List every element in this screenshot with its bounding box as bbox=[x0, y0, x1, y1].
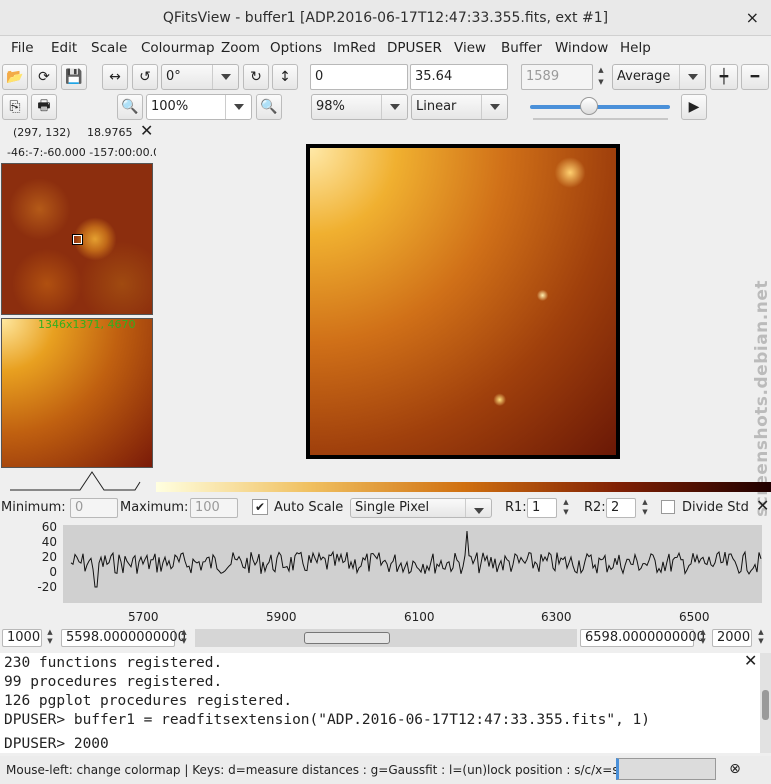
menu-options[interactable]: Options bbox=[270, 40, 322, 56]
histogram-thumb bbox=[10, 471, 141, 491]
print-icon[interactable]: 🖶 bbox=[31, 94, 57, 120]
close-plot-icon[interactable]: ✕ bbox=[756, 496, 769, 515]
r2-spin[interactable]: ▲ ▼ bbox=[638, 497, 652, 519]
rotation-select[interactable]: 0° bbox=[161, 64, 239, 90]
console-line: 230 functions registered. bbox=[4, 655, 223, 671]
flip-horizontal-icon[interactable]: ↔ bbox=[102, 64, 128, 90]
flip-vertical-icon[interactable]: ↕ bbox=[272, 64, 298, 90]
menubar: File Edit Scale Colourmap Zoom Options I… bbox=[0, 38, 771, 60]
mode-select[interactable]: Average bbox=[612, 64, 706, 90]
autoscale-checkbox[interactable]: ✔ bbox=[252, 499, 268, 515]
pixel-value: 18.9765 bbox=[87, 126, 133, 139]
channel-spin[interactable]: ▲ ▼ bbox=[594, 64, 608, 90]
zoom-out-icon[interactable]: 🔍 bbox=[117, 94, 143, 120]
range-scrollbar-handle[interactable] bbox=[304, 632, 390, 644]
range-left-n-spin[interactable]: ▲ ▼ bbox=[43, 628, 57, 648]
zoom-select[interactable]: 100% bbox=[146, 94, 252, 120]
wcs-coords: -46:-7:-60.000 -157:00:00.00 bbox=[7, 146, 168, 159]
ytick: 0 bbox=[49, 565, 57, 579]
line-icon[interactable]: ━ bbox=[741, 64, 769, 90]
range-right-n[interactable]: 2000 bbox=[712, 629, 752, 647]
divide-std-checkbox[interactable] bbox=[661, 500, 675, 514]
copy-icon[interactable]: ⎘ bbox=[2, 94, 28, 120]
console-line: 126 pgplot procedures registered. bbox=[4, 693, 293, 709]
scale-min-input[interactable]: 0 bbox=[310, 64, 408, 90]
maximum-input[interactable]: 100 bbox=[190, 498, 238, 518]
ytick: 20 bbox=[41, 550, 57, 564]
spectrum-line bbox=[70, 530, 762, 588]
xtick: 6300 bbox=[541, 610, 572, 624]
open-icon[interactable]: 📂 bbox=[2, 64, 28, 90]
dpuser-console[interactable]: 230 functions registered. 99 procedures … bbox=[0, 653, 760, 753]
save-icon[interactable]: 💾 bbox=[61, 64, 87, 90]
menu-scale[interactable]: Scale bbox=[91, 40, 127, 56]
range-left-n[interactable]: 1000 bbox=[2, 629, 42, 647]
console-line: DPUSER> buffer1 = readfitsextension("ADP… bbox=[4, 712, 651, 728]
menu-view[interactable]: View bbox=[454, 40, 486, 56]
console-line: DPUSER> 2000 bbox=[4, 736, 109, 752]
zoom-in-icon[interactable]: 🔍 bbox=[256, 94, 282, 120]
close-panel-icon[interactable]: ✕ bbox=[140, 121, 153, 140]
xtick: 6100 bbox=[404, 610, 435, 624]
range-end-spin[interactable]: ▲ ▼ bbox=[696, 628, 710, 648]
close-console-icon[interactable]: ✕ bbox=[744, 651, 757, 670]
range-start-input[interactable]: 5598.0000000000 bbox=[61, 629, 186, 647]
autoscale-label: Auto Scale bbox=[274, 500, 344, 515]
r1-spin[interactable]: ▲ ▼ bbox=[559, 497, 573, 519]
menu-imred[interactable]: ImRed bbox=[333, 40, 376, 56]
range-start-spin[interactable]: ▲ ▼ bbox=[177, 628, 191, 648]
channel-input[interactable]: 1589 bbox=[521, 64, 593, 90]
brightness-slider[interactable] bbox=[530, 105, 670, 109]
xtick: 5700 bbox=[128, 610, 159, 624]
range-end-input[interactable]: 6598.0000000000 bbox=[580, 629, 705, 647]
progress-bar bbox=[616, 758, 716, 780]
scale-max-input[interactable]: 35.64 bbox=[410, 64, 508, 90]
window-title: QFitsView - buffer1 [ADP.2016-06-17T12:4… bbox=[0, 0, 771, 36]
divide-std-label: Divide Std bbox=[682, 500, 749, 515]
play-icon[interactable]: ▶ bbox=[681, 94, 707, 120]
slider-handle[interactable] bbox=[580, 97, 598, 115]
menu-help[interactable]: Help bbox=[620, 40, 651, 56]
minimum-label: Minimum: bbox=[1, 500, 66, 515]
console-scroll-thumb[interactable] bbox=[762, 690, 769, 720]
menu-dpuser[interactable]: DPUSER bbox=[387, 40, 442, 56]
r2-input[interactable]: 2 bbox=[606, 498, 636, 518]
console-line: 99 procedures registered. bbox=[4, 674, 223, 690]
menu-colourmap[interactable]: Colourmap bbox=[141, 40, 215, 56]
menu-buffer[interactable]: Buffer bbox=[501, 40, 542, 56]
menu-window[interactable]: Window bbox=[555, 40, 608, 56]
overview-label: 1346x1371, 4670 bbox=[38, 318, 136, 331]
colorbar[interactable] bbox=[156, 482, 771, 492]
ytick: 40 bbox=[41, 535, 57, 549]
ytick: -20 bbox=[37, 580, 57, 594]
rotate-right-icon[interactable]: ↻ bbox=[243, 64, 269, 90]
pixel-mode-select[interactable]: Single Pixel bbox=[350, 498, 492, 518]
reload-icon[interactable]: ⟳ bbox=[31, 64, 57, 90]
magnifier-cursor bbox=[72, 234, 83, 245]
r2-label: R2: bbox=[584, 500, 606, 515]
menu-edit[interactable]: Edit bbox=[51, 40, 77, 56]
xtick: 5900 bbox=[266, 610, 297, 624]
scaling-select[interactable]: Linear bbox=[411, 94, 508, 120]
minimum-input[interactable]: 0 bbox=[70, 498, 118, 518]
maximum-label: Maximum: bbox=[120, 500, 189, 515]
r1-input[interactable]: 1 bbox=[527, 498, 557, 518]
stop-icon[interactable]: ⊗ bbox=[722, 758, 748, 780]
xtick: 6500 bbox=[679, 610, 710, 624]
range-right-n-spin[interactable]: ▲ ▼ bbox=[754, 628, 768, 648]
overview-image[interactable] bbox=[1, 318, 153, 468]
ytick: 60 bbox=[41, 520, 57, 534]
menu-file[interactable]: File bbox=[11, 40, 34, 56]
crosshair-icon[interactable]: ┿ bbox=[710, 64, 738, 90]
percent-select[interactable]: 98% bbox=[311, 94, 408, 120]
r1-label: R1: bbox=[505, 500, 527, 515]
rotate-left-icon[interactable]: ↺ bbox=[132, 64, 158, 90]
menu-zoom[interactable]: Zoom bbox=[221, 40, 260, 56]
pixel-coords: (297, 132) bbox=[13, 126, 71, 139]
close-icon[interactable]: × bbox=[746, 0, 759, 36]
fits-image[interactable] bbox=[306, 144, 620, 459]
